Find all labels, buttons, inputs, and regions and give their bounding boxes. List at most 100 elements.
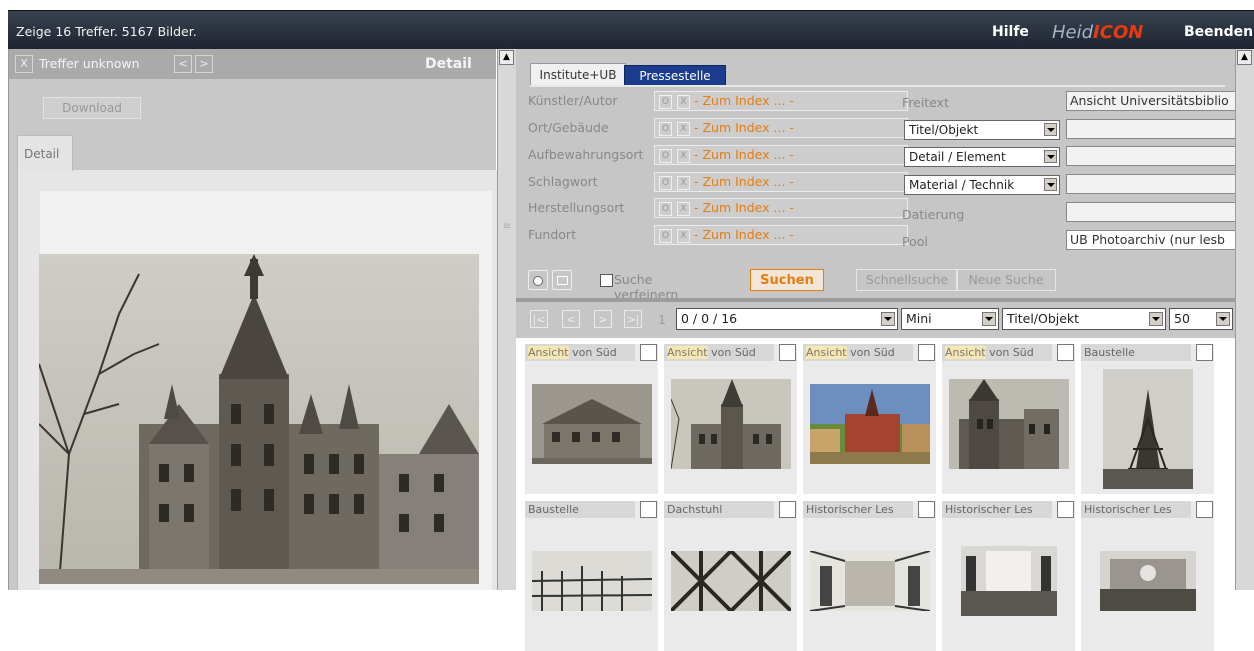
result-cell[interactable]: Ansicht von Süd [803,344,936,494]
select-result-checkbox[interactable] [918,344,935,361]
tab-detail[interactable]: Detail [17,135,73,171]
chevron-down-icon[interactable] [881,312,895,326]
result-cell[interactable]: Historischer Les [1081,501,1214,651]
result-cell[interactable]: Ansicht von Süd [942,344,1075,494]
select-result-checkbox[interactable] [779,501,796,518]
detail-panel: X Treffer unknown < > Detail Download De… [9,49,497,590]
result-cell[interactable]: Dachstuhl [664,501,797,651]
field-input-3[interactable] [1066,174,1236,194]
result-cell[interactable]: Historischer Les [942,501,1075,651]
scroll-up-arrow[interactable]: ▲ [499,50,514,65]
index-field[interactable]: OX - Zum Index ... - [654,172,908,192]
index-field[interactable]: OX - Zum Index ... - [654,225,908,245]
index-field[interactable]: OX - Zum Index ... - [654,198,908,218]
chevron-down-icon[interactable] [982,312,996,326]
to-index-link[interactable]: - Zum Index ... - [694,147,794,162]
prev-hit-button[interactable]: < [174,55,192,73]
or-toggle[interactable]: O [659,149,672,163]
result-cell[interactable]: Baustelle [525,501,658,651]
select-result-checkbox[interactable] [918,501,935,518]
result-thumbnail[interactable] [809,550,931,614]
pool-select[interactable]: UB Photoarchiv (nur lesb [1066,230,1236,250]
freitext-input[interactable]: Ansicht Universitätsbiblio [1066,91,1236,111]
or-toggle[interactable]: O [659,229,672,243]
or-toggle[interactable]: O [659,122,672,136]
chevron-down-icon[interactable] [1216,312,1230,326]
tab-institute-ub[interactable]: Institute+UB [530,63,626,87]
splitter-grip[interactable]: ≡ [498,221,516,235]
select-result-checkbox[interactable] [779,344,796,361]
chevron-down-icon[interactable] [1044,178,1057,191]
quick-search-button[interactable]: Schnellsuche [856,269,958,291]
field-select-3[interactable]: Material / Technik [904,175,1060,195]
clear-toggle[interactable]: X [677,95,690,109]
or-toggle[interactable]: O [659,176,672,190]
clear-toggle[interactable]: X [677,176,690,190]
eye-icon[interactable] [528,270,548,290]
clear-toggle[interactable]: X [677,202,690,216]
chevron-down-icon[interactable] [1044,123,1057,136]
per-page-select[interactable]: 50 [1169,308,1233,330]
chevron-down-icon[interactable] [1044,150,1057,163]
next-page-button[interactable]: > [594,310,612,328]
tab-pressestelle[interactable]: Pressestelle [624,65,726,87]
result-thumbnail[interactable] [1100,551,1196,614]
to-index-link[interactable]: - Zum Index ... - [694,200,794,215]
download-button[interactable]: Download [43,97,141,119]
scroll-up-arrow[interactable]: ▲ [1237,50,1252,65]
chevron-down-icon[interactable] [1149,312,1163,326]
field-label: Herstellungsort [528,200,625,215]
index-field[interactable]: OX - Zum Index ... - [654,118,908,138]
result-thumbnail[interactable] [1103,369,1193,492]
select-result-checkbox[interactable] [1057,344,1074,361]
result-cell[interactable]: Historischer Les [803,501,936,651]
select-result-checkbox[interactable] [1057,501,1074,518]
field-select-2[interactable]: Detail / Element [904,147,1060,167]
result-cell[interactable]: Ansicht von Süd [525,344,658,494]
select-result-checkbox[interactable] [1196,501,1213,518]
result-thumbnail[interactable] [669,548,793,614]
close-detail-button[interactable]: X [15,55,33,73]
search-button[interactable]: Suchen [750,269,824,291]
view-select[interactable]: Mini [901,308,999,330]
result-thumbnail[interactable] [670,379,791,472]
index-field[interactable]: OX - Zum Index ... - [654,145,908,165]
results-scrollbar[interactable]: ▲ [1235,49,1254,590]
result-thumbnail[interactable] [961,546,1057,619]
next-hit-button[interactable]: > [195,55,213,73]
or-toggle[interactable]: O [659,95,672,109]
folder-icon[interactable] [552,270,572,290]
result-cell[interactable]: Ansicht von Süd [664,344,797,494]
select-result-checkbox[interactable] [640,501,657,518]
select-result-checkbox[interactable] [640,344,657,361]
last-page-button[interactable]: >| [624,310,642,328]
index-field[interactable]: OX - Zum Index ... - [654,91,908,111]
to-index-link[interactable]: - Zum Index ... - [694,174,794,189]
detail-scrollbar[interactable]: ▲ ≡ [497,49,517,590]
prev-page-button[interactable]: < [562,310,580,328]
to-index-link[interactable]: - Zum Index ... - [694,93,794,108]
or-toggle[interactable]: O [659,202,672,216]
first-page-button[interactable]: |< [530,310,548,328]
result-thumbnail[interactable] [810,384,930,467]
new-search-button[interactable]: Neue Suche [956,269,1056,291]
field-input-1[interactable] [1066,119,1236,139]
select-result-checkbox[interactable] [1196,344,1213,361]
result-thumbnail[interactable] [532,384,652,467]
clear-toggle[interactable]: X [677,149,690,163]
sort-select[interactable]: Titel/Objekt [1002,308,1166,330]
clear-toggle[interactable]: X [677,229,690,243]
refine-search-checkbox[interactable] [600,274,613,287]
to-index-link[interactable]: - Zum Index ... - [694,227,794,242]
range-select[interactable]: 0 / 0 / 16 [676,308,898,330]
clear-toggle[interactable]: X [677,122,690,136]
datierung-input[interactable] [1066,202,1236,222]
field-select-1[interactable]: Titel/Objekt [904,120,1060,140]
to-index-link[interactable]: - Zum Index ... - [694,120,794,135]
field-input-2[interactable] [1066,146,1236,166]
result-cell[interactable]: Baustelle [1081,344,1214,494]
quit-link[interactable]: Beenden [1184,24,1253,40]
result-thumbnail[interactable] [949,379,1069,472]
help-link[interactable]: Hilfe [992,24,1029,40]
result-thumbnail[interactable] [531,551,653,614]
